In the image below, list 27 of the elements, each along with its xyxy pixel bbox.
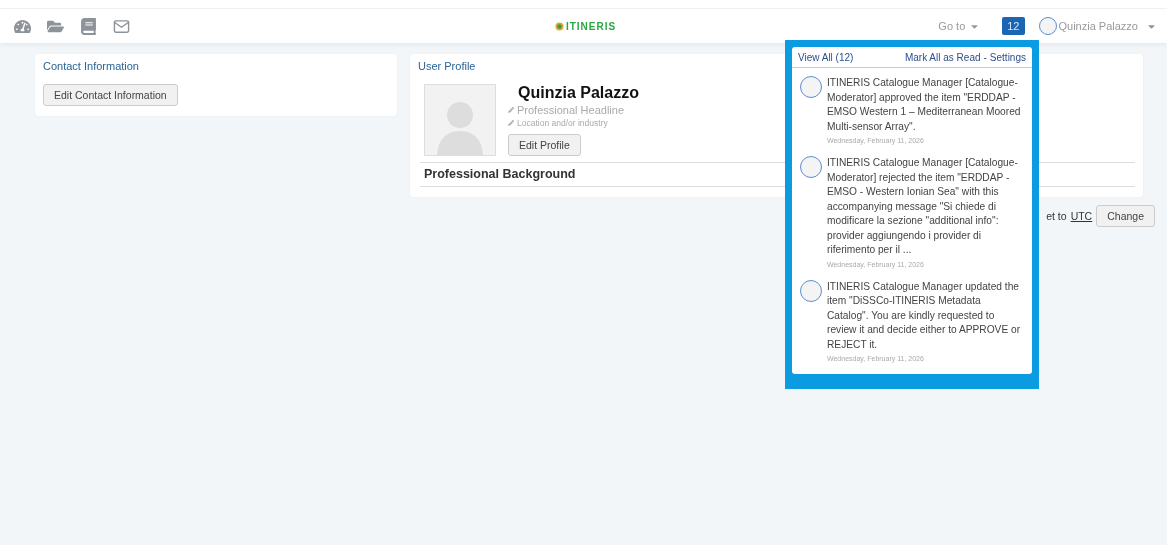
separator-text: -	[983, 52, 987, 63]
notification-text[interactable]: ITINERIS Catalogue Manager updated the item "DiSSCo-ITINERIS Metadata Catalog". You are kindly requested to review it and decide either to APPROVE or REJECT it.	[827, 279, 1023, 352]
mark-read-link[interactable]: Mark All as Read	[904, 52, 981, 63]
avatar-icon	[800, 76, 822, 98]
pencil-icon[interactable]	[508, 120, 514, 126]
edit-contact-button[interactable]: Edit Contact Information	[43, 84, 178, 106]
logo-text: ITINERIS	[565, 20, 617, 32]
change-button[interactable]: Change	[1096, 205, 1155, 227]
mail-icon[interactable]	[113, 17, 130, 35]
timezone-text: et to	[1046, 210, 1067, 222]
logo-icon	[554, 21, 564, 31]
avatar-icon[interactable]	[1038, 17, 1057, 35]
card-title: Contact Information	[43, 60, 140, 72]
profile-photo-placeholder	[424, 84, 496, 156]
avatar-icon	[800, 279, 822, 302]
book-icon[interactable]	[80, 17, 97, 35]
avatar-icon	[800, 156, 822, 178]
notification-count[interactable]: 12	[1002, 17, 1025, 35]
dashboard-icon[interactable]	[14, 17, 31, 35]
edit-profile-button[interactable]: Edit Profile	[508, 134, 581, 156]
settings-link[interactable]: Settings	[989, 52, 1026, 63]
card-title: User Profile	[418, 60, 477, 72]
utc-link[interactable]: UTC	[1070, 210, 1093, 222]
pencil-icon[interactable]	[508, 107, 514, 113]
view-all-link[interactable]: View All (12)	[798, 52, 854, 63]
notification-text[interactable]: ITINERIS Catalogue Manager [Catalogue-Moderator] approved the item "ERDDAP - EMSO Western 1 – Mediterranean Moored Multi-sensor Array".	[827, 76, 1023, 134]
profile-name: Quinzia Palazzo	[517, 84, 639, 102]
